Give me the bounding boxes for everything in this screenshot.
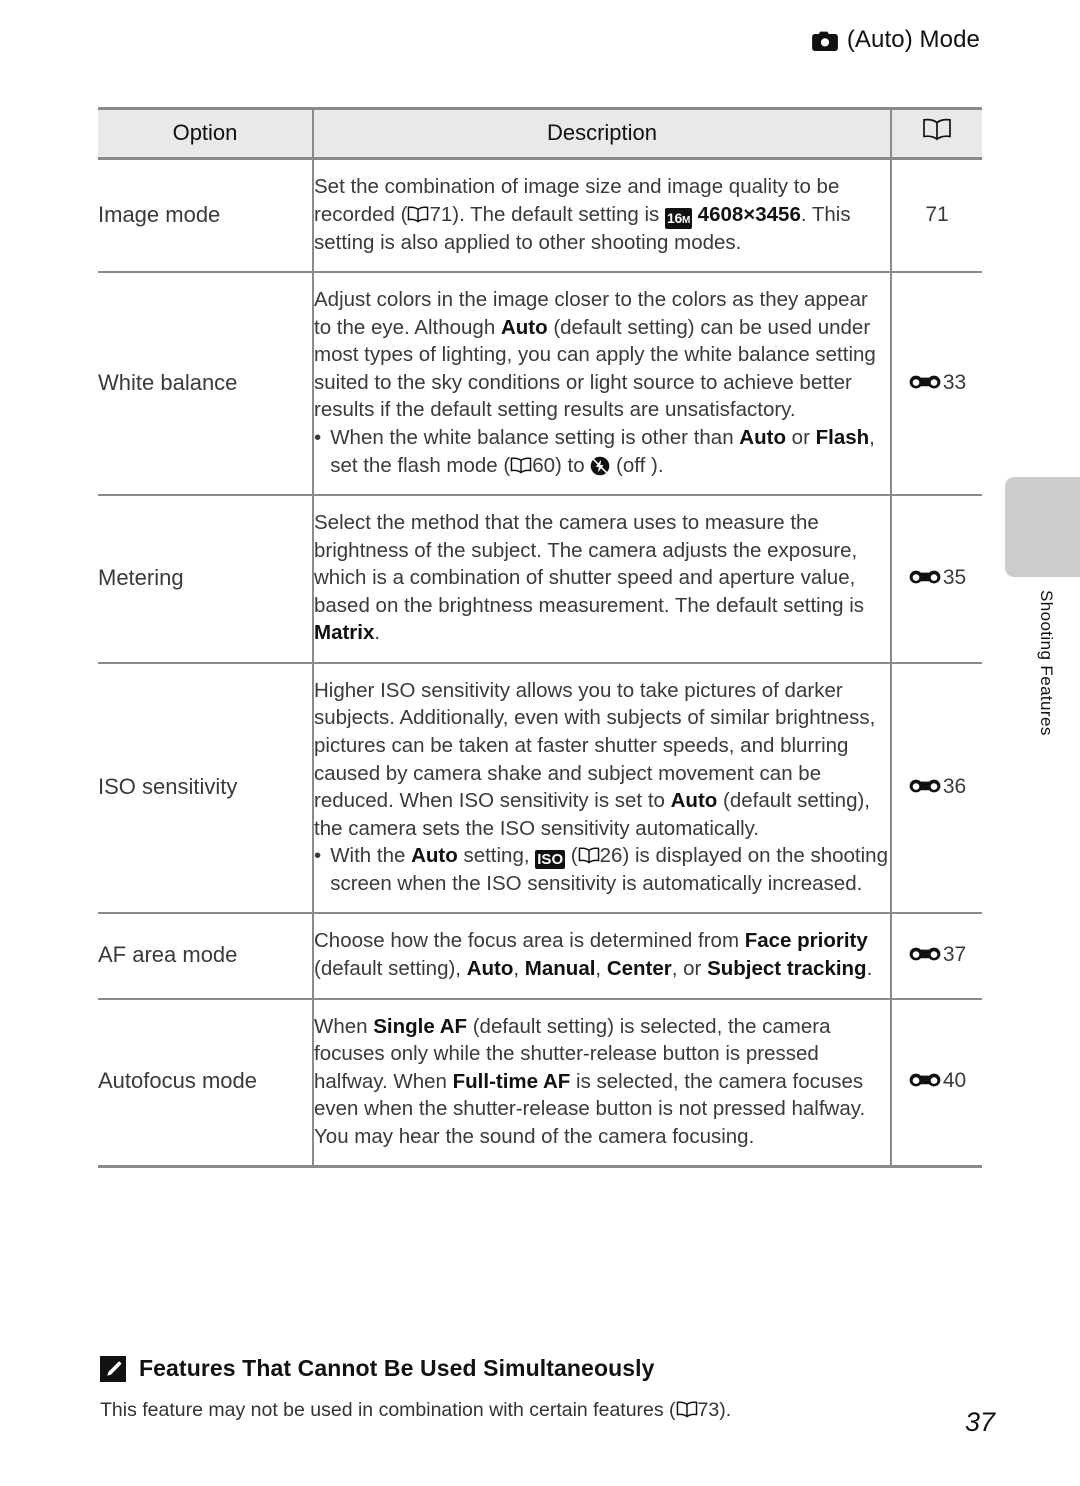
- side-tab-label: Shooting Features: [1037, 590, 1056, 736]
- emphasis-text: Face priority: [744, 929, 868, 953]
- emphasis-text: Auto: [500, 315, 548, 339]
- option-label: White balance: [98, 272, 313, 497]
- option-description: Higher ISO sensitivity allows you to tak…: [312, 662, 891, 915]
- description-paragraph: Choose how the focus area is determined …: [314, 929, 873, 980]
- description-paragraph: Select the method that the camera uses t…: [314, 511, 865, 645]
- option-description: Select the method that the camera uses t…: [312, 495, 891, 664]
- page-number: 37: [964, 1407, 995, 1437]
- option-description: Choose how the focus area is determined …: [312, 913, 891, 1000]
- emphasis-text: Matrix: [314, 621, 375, 645]
- reference-page-number: 36: [942, 775, 967, 799]
- table-row: White balance Adjust colors in the image …: [98, 272, 982, 497]
- pencil-note-icon: [100, 1355, 126, 1382]
- emphasis-text: Flash: [815, 425, 870, 449]
- description-paragraph: When Single AF (default setting) is sele…: [314, 1014, 866, 1148]
- column-header-description: Description: [312, 107, 891, 160]
- column-header-reference: [890, 107, 982, 160]
- reference-page-number: 71: [925, 202, 949, 226]
- description-paragraph: Adjust colors in the image closer to the…: [314, 288, 876, 422]
- option-label: Metering: [98, 495, 313, 664]
- emphasis-text: Auto: [466, 956, 514, 980]
- reference-section-icon: [908, 373, 942, 391]
- option-description: Adjust colors in the image closer to the…: [312, 272, 891, 497]
- note-heading: Features That Cannot Be Used Simultaneou…: [100, 1355, 900, 1382]
- bullet-text: With the Auto setting, ISO (26) is displ…: [330, 844, 888, 895]
- reference-section-icon: [908, 1071, 942, 1089]
- reference-page-number: 37: [942, 942, 967, 966]
- camera-icon: [811, 30, 838, 51]
- emphasis-text: Subject tracking: [707, 956, 867, 980]
- option-label: ISO sensitivity: [98, 662, 313, 915]
- table-row: Autofocus mode When Single AF (default se…: [98, 998, 982, 1169]
- description-paragraph: Set the combination of image size and im…: [314, 175, 851, 254]
- image-size-16m-icon: 16M: [664, 207, 692, 229]
- reference-page-number: 35: [942, 565, 967, 589]
- reference-page: 33: [890, 272, 982, 497]
- iso-indicator-icon: ISO: [535, 850, 566, 870]
- description-paragraph: Higher ISO sensitivity allows you to tak…: [314, 678, 876, 840]
- emphasis-text: Manual: [524, 956, 596, 980]
- reference-page-number: 33: [942, 370, 967, 394]
- emphasis-text: 4608×3456: [697, 202, 801, 226]
- table-row: Image mode Set the combination of image s…: [98, 158, 982, 274]
- shooting-options-table: Option Description Image mode Set the com…: [98, 107, 982, 1169]
- emphasis-text: Auto: [670, 789, 718, 813]
- flash-off-icon: [590, 456, 610, 476]
- note-title: Features That Cannot Be Used Simultaneou…: [139, 1355, 655, 1381]
- running-head: (Auto) Mode: [811, 26, 980, 54]
- reference-page: 71: [890, 158, 982, 274]
- reference-page: 35: [890, 495, 982, 664]
- reference-page: 37: [890, 913, 982, 1000]
- emphasis-text: Auto: [411, 844, 458, 868]
- book-icon: [922, 118, 952, 146]
- reference-section-icon: [908, 568, 942, 586]
- table-body: Image mode Set the combination of image s…: [98, 158, 982, 1169]
- bullet-dot-icon: •: [314, 425, 322, 449]
- reference-page: 36: [890, 662, 982, 915]
- description-bullet: • When the white balance setting is other…: [314, 424, 890, 479]
- note-block: Features That Cannot Be Used Simultaneou…: [100, 1355, 900, 1422]
- reference-page-number: 40: [942, 1069, 967, 1093]
- book-icon: [510, 454, 532, 474]
- option-label: AF area mode: [98, 913, 313, 1000]
- book-icon: [676, 1401, 698, 1418]
- emphasis-text: Auto: [739, 425, 786, 449]
- option-label: Image mode: [98, 158, 313, 274]
- emphasis-text: Full-time AF: [452, 1069, 571, 1093]
- option-description: Set the combination of image size and im…: [312, 158, 891, 274]
- table-header-row: Option Description: [98, 107, 982, 160]
- description-bullet: • With the Auto setting, ISO (26) is disp…: [314, 842, 890, 897]
- reference-page: 40: [890, 998, 982, 1169]
- emphasis-text: Single AF: [373, 1014, 468, 1038]
- book-icon: [407, 203, 429, 223]
- running-head-label: (Auto) Mode: [846, 26, 980, 53]
- emphasis-text: Center: [606, 956, 672, 980]
- table-row: Metering Select the method that the camer…: [98, 495, 982, 664]
- bullet-text: When the white balance setting is other …: [330, 425, 875, 477]
- book-icon: [578, 844, 600, 864]
- option-label: Autofocus mode: [98, 998, 313, 1169]
- reference-section-icon: [908, 777, 942, 795]
- reference-section-icon: [908, 945, 942, 963]
- option-description: When Single AF (default setting) is sele…: [312, 998, 891, 1169]
- note-body: This feature may not be used in combinat…: [100, 1399, 732, 1421]
- table-row: ISO sensitivity Higher ISO sensitivity al…: [98, 662, 982, 915]
- column-header-option: Option: [98, 107, 313, 160]
- table-row: AF area mode Choose how the focus area is…: [98, 913, 982, 1000]
- side-tab-marker: [1005, 477, 1080, 577]
- bullet-dot-icon: •: [314, 844, 322, 868]
